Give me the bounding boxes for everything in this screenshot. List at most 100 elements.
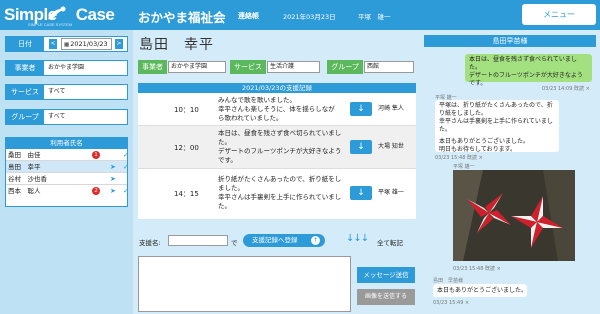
record-time: 10：10 [174, 106, 199, 114]
message-timestamp: 03/23 15:48 既読 × [453, 266, 501, 272]
office-filter[interactable]: 事業者 おかやま学園 [5, 60, 128, 76]
user-row[interactable]: 西本 聡人 2 ➤ ✓ [6, 185, 129, 197]
check-icon: ✓ [123, 163, 129, 171]
logo-subtitle: SIMPLE CASE SYSTEM [28, 22, 73, 27]
transfer-down-button[interactable]: ↓ [350, 102, 372, 116]
message-timestamp: 03/23 14:09 既読 × [542, 86, 590, 92]
users-header: 利用者氏名 [6, 138, 127, 149]
message-line: 本日は、昼食を残さず食べられていました。 [469, 56, 577, 71]
record-row: 12：00 本日は、昼食を残さず食べ切られていまし た。 デザートのフルーツポン… [138, 126, 416, 169]
user-name: 桑田 由佳 [8, 151, 41, 159]
record-line: みんなで歌を歌いました。 [218, 96, 296, 104]
service-info-value: 生活介護 [267, 61, 320, 73]
record-row: 14：15 折り紙がたくさんあったので、折り紙をし ました。 幸平さんは手裏剣を… [138, 169, 416, 217]
next-date-button[interactable]: > [115, 39, 123, 49]
record-line: た。 [218, 202, 231, 210]
date-value: 2021/03/23 [70, 40, 108, 48]
office-select[interactable]: おかやま学園 [48, 61, 84, 75]
incoming-message: 本日もありがとうございました。 [433, 284, 527, 297]
date-filter: 日付 < ▦2021/03/23 > [5, 36, 128, 52]
transfer-down-button[interactable]: ↓ [350, 140, 372, 154]
sent-icon: ➤ [110, 175, 116, 183]
records-header: 2021/03/23の支援記録 [138, 83, 416, 93]
record-line: です。 [218, 156, 237, 164]
date-label: 日付 [6, 37, 44, 51]
record-staff: 河崎 隼人 [378, 105, 404, 112]
incoming-message: 平塚は、折り紙がたくさんあったので、折り紙をしました。 幸平さんは手裏剣を上手に… [435, 100, 559, 153]
current-date: 2021年03月23日 [283, 13, 336, 21]
check-icon: ✓ [123, 187, 129, 195]
group-select[interactable]: すべて [48, 110, 65, 124]
record-line: ました。 [218, 184, 244, 192]
user-name: 谷村 沙也香 [8, 175, 47, 183]
chat-panel: 島田早苗様 本日は、昼食を残さず食べられていました。 デザートのフルーツポンチが… [420, 30, 600, 314]
transfer-down-button[interactable]: ↓ [350, 186, 372, 200]
record-text: 折り紙がたくさんあったので、折り紙をし ました。 幸平さんは手裏剣を上手に作られ… [218, 175, 341, 211]
up-arrow-icon: ↑ [311, 236, 320, 245]
record-line: ら歌われていました。 [218, 114, 283, 122]
transfer-all-icon[interactable]: ↓↓↓ [346, 233, 369, 244]
record-line: 本日は、昼食を残さず食べ切られていまし [218, 129, 342, 137]
user-row[interactable]: 桑田 由佳 1 ✓ [6, 149, 129, 161]
contact-book-link[interactable]: 連絡帳 [238, 11, 259, 21]
transfer-all-label[interactable]: 全て転記 [377, 237, 403, 247]
record-staff: 大場 知世 [378, 143, 404, 150]
send-image-button[interactable]: 画像を送信する [357, 289, 415, 305]
group-label: グループ [6, 110, 44, 124]
sender-name: 島田 早苗様 [433, 278, 464, 284]
service-label: サービス [6, 85, 44, 99]
top-bar: Simple Case SIMPLE CASE SYSTEM おかやま福祉会 連絡… [0, 0, 600, 30]
main-panel: 島田 幸平 事業者 おかやま学園 サービス 生活介護 グループ 西館 2021/… [133, 30, 420, 314]
supporter-input[interactable] [168, 235, 228, 246]
unread-badge: 1 [92, 151, 100, 159]
message-line: 平塚は、折り紙がたくさんあったので、折り紙をしました。 [439, 102, 553, 117]
service-select[interactable]: すべて [48, 85, 65, 99]
logo-swoosh-icon [48, 6, 66, 20]
supporter-row: 支援名: で 支援記録へ登録 ↑ ↓↓↓ 全て転記 [138, 233, 418, 248]
sent-icon: ➤ [110, 163, 116, 171]
register-record-button[interactable]: 支援記録へ登録 ↑ [243, 234, 325, 247]
record-row: 10：10 みんなで歌を歌いました。 幸平さんも楽しそうに、体を揺らしなが ら歌… [138, 93, 416, 126]
origami-shuriken-photo[interactable] [453, 170, 575, 261]
record-staff: 平塚 雄一 [378, 189, 404, 196]
de-label: で [231, 239, 238, 247]
person-name: 島田 幸平 [139, 37, 214, 53]
office-info-label: 事業者 [138, 60, 167, 74]
calendar-icon: ▦ [64, 42, 70, 48]
users-list: 利用者氏名 桑田 由佳 1 ✓ 島田 幸平 ➤ ✓ 谷村 沙也香 ➤ 西本 聡人… [5, 137, 129, 207]
sender-name: 平塚 雄一 [453, 164, 475, 170]
outgoing-message: 本日は、昼食を残さず食べられていました。 デザートのフルーツポンチが大好きなよう… [465, 54, 592, 87]
user-row[interactable]: 谷村 沙也香 ➤ [6, 173, 127, 185]
logged-in-staff: 平塚 雄一 [358, 13, 391, 21]
message-textarea[interactable] [138, 256, 351, 312]
support-records: 2021/03/23の支援記録 10：10 みんなで歌を歌いました。 幸平さんも… [138, 83, 416, 219]
record-text: みんなで歌を歌いました。 幸平さんも楽しそうに、体を揺らしなが ら歌われていまし… [218, 96, 335, 123]
message-timestamp: 03/23 15:49 × [433, 300, 470, 306]
sidebar: 日付 < ▦2021/03/23 > 事業者 おかやま学園 サービス すべて グ… [0, 30, 133, 314]
record-line: 幸平さんも楽しそうに、体を揺らしなが [218, 105, 335, 113]
record-text: 本日は、昼食を残さず食べ切られていまし た。 デザートのフルーツポンチが大好きな… [218, 129, 341, 165]
supporter-label: 支援名: [139, 239, 161, 247]
message-line: 本日もありがとうございました。 [439, 138, 530, 145]
prev-date-button[interactable]: < [49, 39, 57, 49]
date-input[interactable]: ▦2021/03/23 [61, 38, 112, 50]
record-time: 12：00 [174, 144, 199, 152]
record-line: デザートのフルーツポンチが大好きなよう [218, 147, 342, 155]
record-line: 折り紙がたくさんあったので、折り紙をし [218, 175, 342, 183]
check-icon: ✓ [123, 151, 129, 159]
photo-image [453, 170, 575, 261]
record-time: 14：15 [174, 190, 199, 198]
service-filter[interactable]: サービス すべて [5, 84, 128, 100]
record-line: た。 [218, 138, 231, 146]
service-info-label: サービス [230, 60, 266, 74]
message-timestamp: 03/23 15:48 既読 × [435, 155, 483, 161]
send-message-button[interactable]: メッセージ送信 [357, 267, 415, 283]
user-row-selected[interactable]: 島田 幸平 ➤ ✓ [6, 161, 129, 173]
office-info-value: おかやま学園 [168, 61, 226, 73]
group-filter[interactable]: グループ すべて [5, 109, 128, 125]
user-name: 西本 聡人 [8, 187, 41, 195]
message-line: 幸平さんは手裏剣を上手に作られていました。 [439, 118, 553, 133]
org-name: おかやま福祉会 [138, 10, 226, 25]
menu-button[interactable]: メニュー [522, 4, 596, 25]
register-label: 支援記録へ登録 [252, 236, 298, 244]
